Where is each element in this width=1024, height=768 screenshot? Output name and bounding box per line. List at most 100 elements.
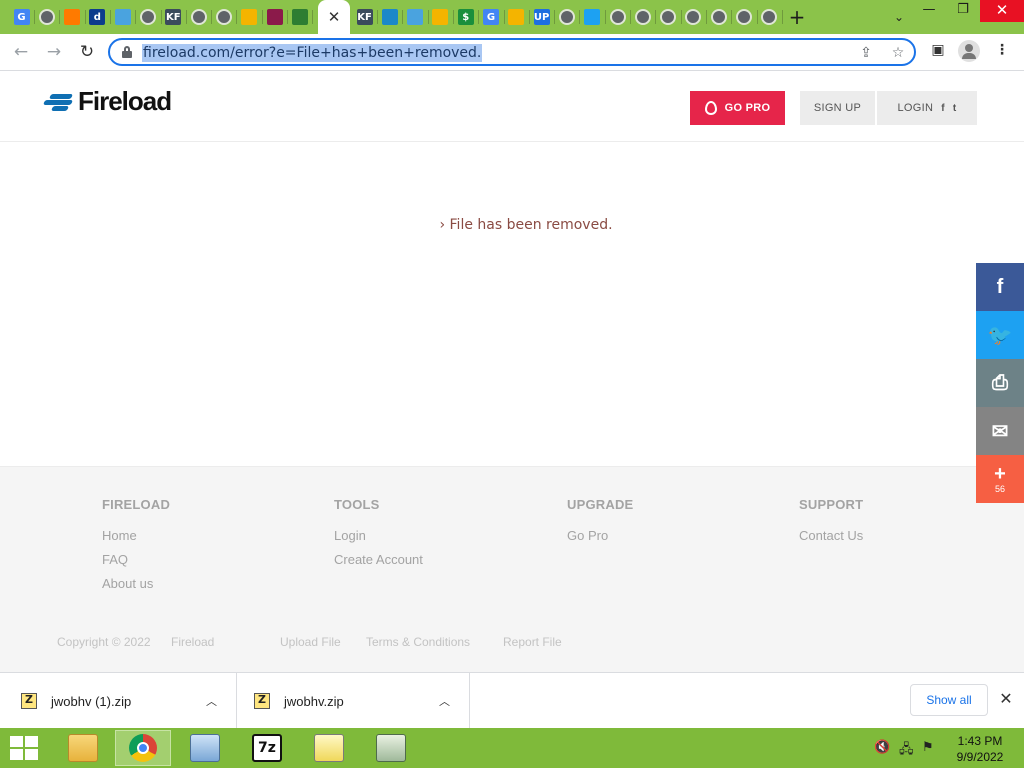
zip-folder-icon: [432, 9, 449, 25]
browser-tab[interactable]: [757, 4, 782, 30]
browser-tab[interactable]: G: [479, 4, 504, 30]
footer-link-create-account[interactable]: Create Account: [334, 552, 423, 567]
browser-tab[interactable]: [428, 4, 453, 30]
network-icon[interactable]: 🖧: [899, 740, 914, 762]
share-email-button[interactable]: ✉: [976, 407, 1024, 455]
close-icon[interactable]: ✕: [996, 689, 1016, 709]
tab-separator: [312, 10, 314, 24]
footer-link-report-file[interactable]: Report File: [503, 635, 562, 649]
browser-tab[interactable]: [262, 4, 287, 30]
browser-tab[interactable]: [580, 4, 605, 30]
browser-tab[interactable]: [732, 4, 757, 30]
share-print-button[interactable]: ⎙: [976, 359, 1024, 407]
footer-link-contact-us[interactable]: Contact Us: [799, 528, 863, 543]
sign-up-button[interactable]: SIGN UP: [800, 91, 875, 125]
url-text[interactable]: fireload.com/error?e=File+has+been+remov…: [142, 44, 483, 62]
browser-tab[interactable]: [211, 4, 236, 30]
system-clock[interactable]: 1:43 PM 9/9/2022: [948, 733, 1012, 765]
footer-link-about[interactable]: About us: [102, 576, 170, 591]
chrome-taskbar-button[interactable]: [115, 730, 171, 766]
share-twitter-button[interactable]: 🐦: [976, 311, 1024, 359]
menu-kebab-icon[interactable]: ⋮: [992, 40, 1012, 60]
browser-tab[interactable]: [136, 4, 161, 30]
footer-brand-link[interactable]: Fireload: [171, 635, 214, 649]
kf-icon: KF: [165, 9, 182, 25]
new-tab-button[interactable]: +: [786, 4, 808, 30]
back-arrow-icon[interactable]: ←: [9, 40, 33, 64]
windows-start-icon[interactable]: [10, 736, 38, 760]
clock-time: 1:43 PM: [957, 734, 1003, 748]
lock-icon[interactable]: [122, 46, 132, 58]
up-icon: UP: [533, 9, 550, 25]
globe-icon: [558, 9, 575, 25]
site-header: Fireload GO PRO SIGN UP LOGIN f t: [0, 72, 1024, 142]
profile-avatar-icon[interactable]: [958, 40, 980, 62]
footer-link-home[interactable]: Home: [102, 528, 170, 543]
window-app-taskbar-button[interactable]: [363, 730, 419, 766]
browser-tab[interactable]: [656, 4, 681, 30]
site-footer: FIRELOAD Home FAQ About us TOOLS Login C…: [0, 466, 1024, 672]
home-doc-icon: [114, 9, 131, 25]
login-button[interactable]: LOGIN f t: [877, 91, 977, 125]
browser-tab[interactable]: [377, 4, 402, 30]
browser-tab[interactable]: [60, 4, 85, 30]
browser-tab[interactable]: [34, 4, 59, 30]
go-pro-button[interactable]: GO PRO: [690, 91, 785, 125]
bookmark-star-icon[interactable]: ☆: [888, 43, 908, 63]
browser-tab[interactable]: UP: [529, 4, 554, 30]
browser-tab[interactable]: [504, 4, 529, 30]
browser-tab[interactable]: [237, 4, 262, 30]
footer-link-faq[interactable]: FAQ: [102, 552, 170, 567]
globe-icon: [634, 9, 651, 25]
compass-icon: [64, 9, 81, 25]
address-bar[interactable]: fireload.com/error?e=File+has+been+remov…: [108, 38, 916, 66]
browser-tab[interactable]: [554, 4, 579, 30]
side-panel-icon[interactable]: ▣: [928, 40, 948, 60]
browser-tab[interactable]: KF: [161, 4, 186, 30]
share-facebook-button[interactable]: f: [976, 263, 1024, 311]
share-more-button[interactable]: + 56: [976, 455, 1024, 503]
close-tab-icon[interactable]: ✕: [328, 8, 341, 26]
speaker-muted-icon[interactable]: 🔇: [874, 740, 890, 755]
browser-tab[interactable]: [287, 4, 312, 30]
action-center-flag-icon[interactable]: ⚑: [922, 740, 934, 755]
download-item[interactable]: jwobhv.zip ︿: [237, 673, 470, 729]
footer-link-upload-file[interactable]: Upload File: [280, 635, 341, 649]
checklist-taskbar-button[interactable]: [301, 730, 357, 766]
chevron-stack-icon: [266, 9, 283, 25]
footer-link-go-pro[interactable]: Go Pro: [567, 528, 633, 543]
browser-tab[interactable]: [403, 4, 428, 30]
reload-icon[interactable]: ↻: [75, 40, 99, 64]
tab-active[interactable]: ✕: [318, 0, 350, 34]
fireload-logo[interactable]: Fireload: [40, 86, 172, 117]
minimize-button[interactable]: —: [912, 0, 946, 22]
footer-link-terms[interactable]: Terms & Conditions: [366, 635, 470, 649]
chevron-up-icon[interactable]: ︿: [206, 693, 217, 709]
window-close-button[interactable]: ✕: [980, 0, 1024, 22]
browser-tab[interactable]: [186, 4, 211, 30]
browser-tab[interactable]: [630, 4, 655, 30]
file-explorer-taskbar-button[interactable]: [55, 730, 111, 766]
control-panel-taskbar-button[interactable]: [177, 730, 233, 766]
window-app-icon: [376, 734, 406, 762]
browser-tab[interactable]: [110, 4, 135, 30]
7zip-taskbar-button[interactable]: 7z: [239, 730, 295, 766]
browser-tab[interactable]: G: [9, 4, 34, 30]
globe-icon: [190, 9, 207, 25]
chevron-up-icon[interactable]: ︿: [439, 693, 450, 709]
footer-link-login[interactable]: Login: [334, 528, 423, 543]
share-icon[interactable]: ⇪: [856, 43, 876, 63]
twitter-icon: t: [952, 102, 957, 114]
browser-tab[interactable]: [605, 4, 630, 30]
browser-tab[interactable]: [706, 4, 731, 30]
browser-tab[interactable]: d: [85, 4, 110, 30]
download-item[interactable]: jwobhv (1).zip ︿: [0, 673, 237, 729]
show-all-button[interactable]: Show all: [910, 684, 988, 716]
browser-tab[interactable]: [681, 4, 706, 30]
forward-arrow-icon[interactable]: →: [42, 40, 66, 64]
tab-search-chevron-icon[interactable]: ⌄: [888, 6, 910, 28]
control-panel-icon: [190, 734, 220, 762]
browser-tab[interactable]: $: [453, 4, 478, 30]
restore-button[interactable]: ❐: [946, 0, 980, 22]
browser-tab[interactable]: KF: [352, 4, 377, 30]
